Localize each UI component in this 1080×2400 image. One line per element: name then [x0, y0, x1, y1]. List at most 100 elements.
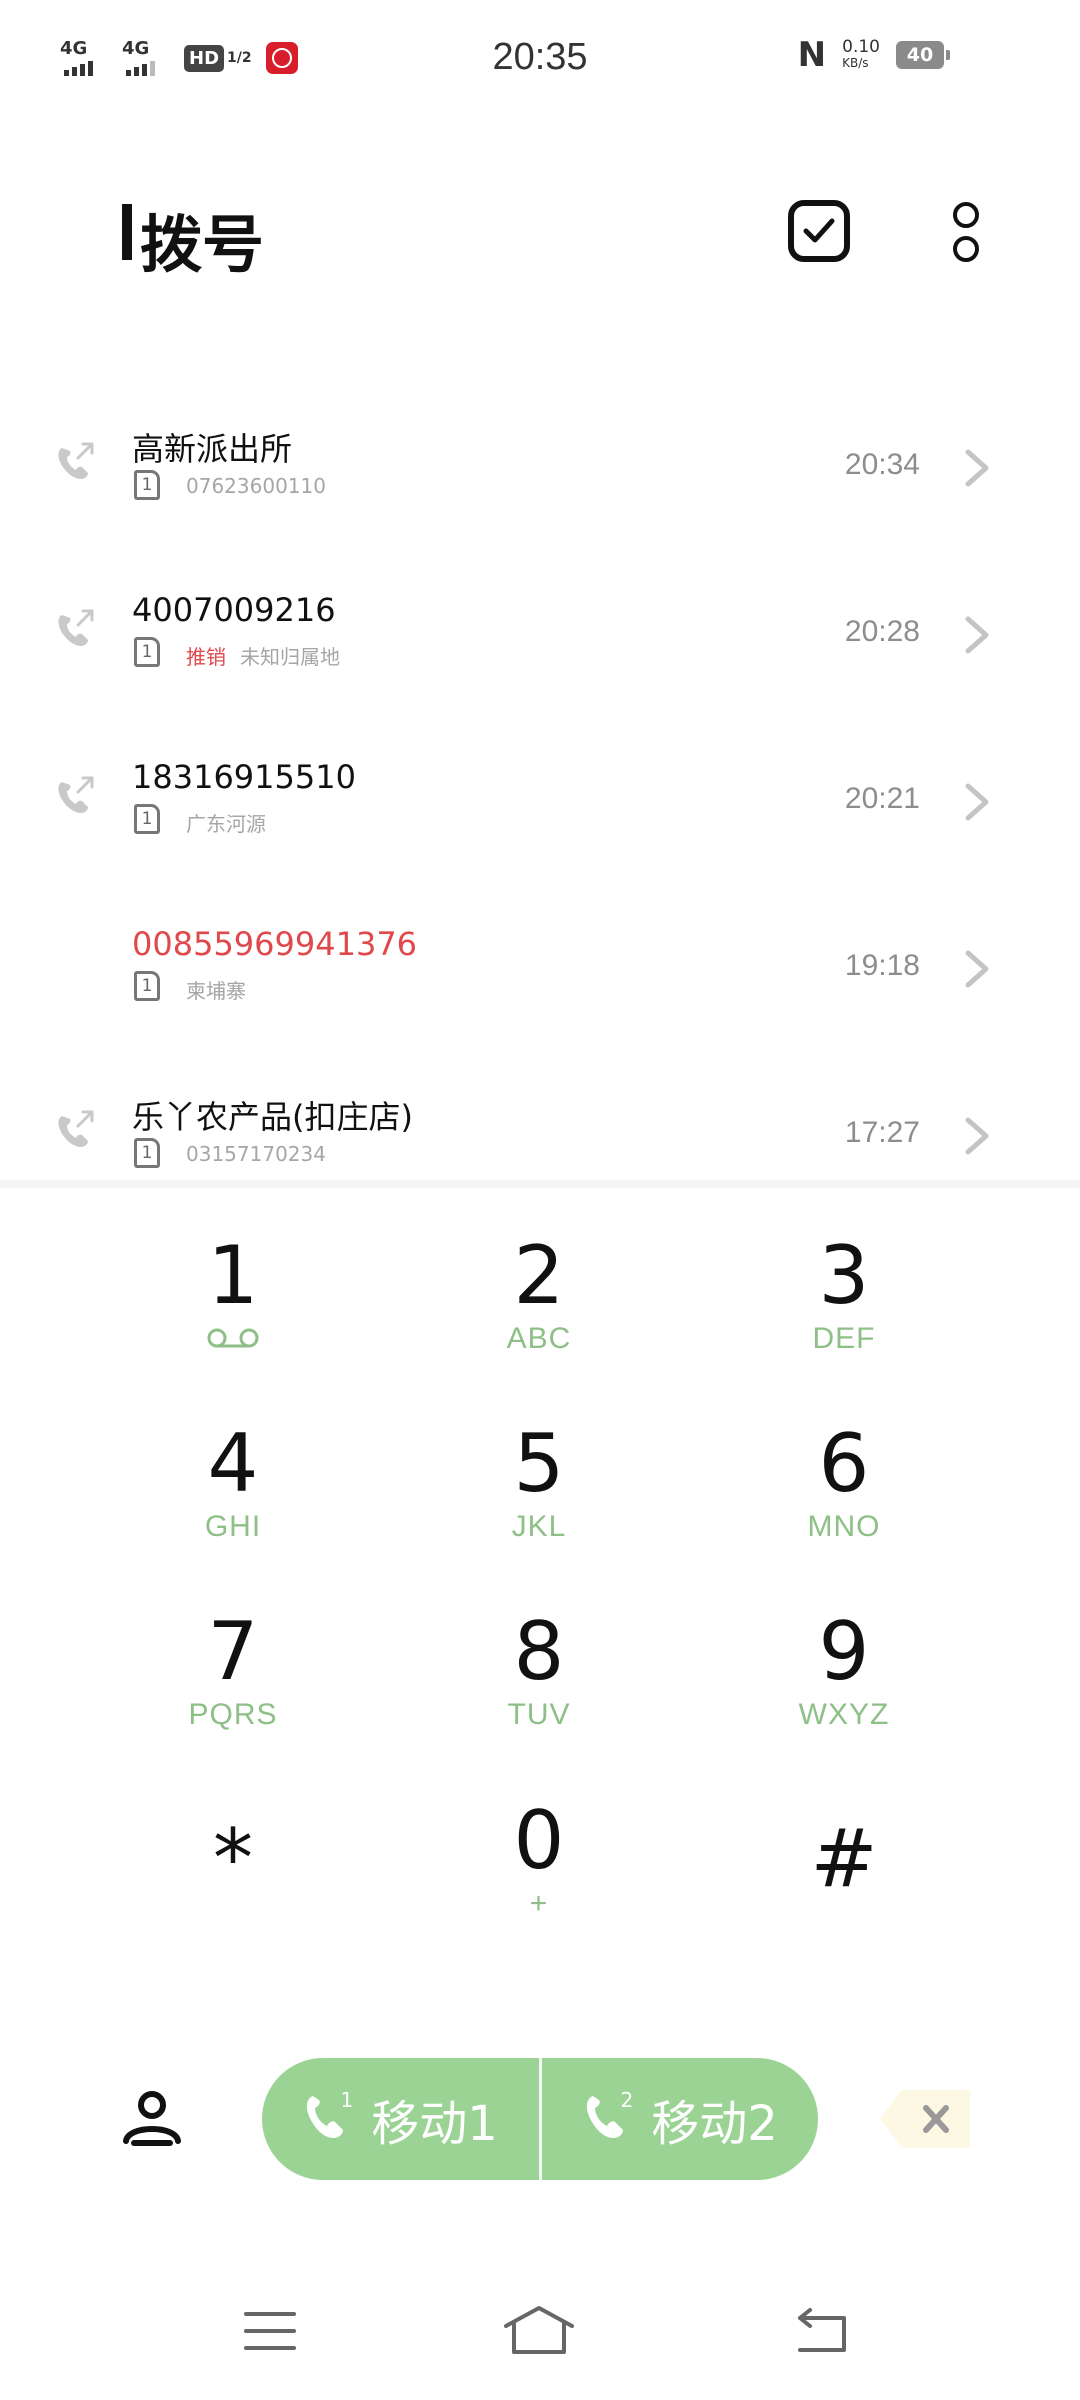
key-6[interactable]: 6 MNO: [724, 1418, 964, 1588]
call-detail: 广东河源: [186, 808, 266, 837]
dial-sim2-button[interactable]: 2 移动2: [542, 2058, 818, 2180]
chevron-right-icon[interactable]: [964, 782, 990, 826]
key-letters: GHI: [204, 1510, 262, 1543]
list-divider: [0, 1180, 1080, 1188]
outgoing-call-icon: [54, 607, 98, 651]
chevron-right-icon[interactable]: [964, 1116, 990, 1160]
key-letters: DEF: [812, 1322, 876, 1355]
key-8[interactable]: 8 TUV: [419, 1606, 659, 1776]
call-time: 19:18: [844, 949, 920, 982]
system-nav-bar: [0, 2290, 1080, 2370]
battery-icon: 40: [896, 41, 950, 69]
sim-card-icon: 1: [134, 470, 160, 500]
key-digit: 8: [513, 1605, 565, 1698]
call-log-row[interactable]: 乐丫农产品(扣庄店) 1 03157170234 17:27: [0, 1068, 1080, 1218]
call-time: 20:21: [844, 782, 920, 815]
call-location: 07623600110: [186, 474, 326, 498]
key-digit: *: [213, 1812, 253, 1905]
check-square-icon[interactable]: [788, 200, 850, 262]
key-9[interactable]: 9 WXYZ: [724, 1606, 964, 1776]
key-7[interactable]: 7 PQRS: [113, 1606, 353, 1776]
network-speed-unit: KB/s: [842, 56, 869, 70]
backspace-icon[interactable]: [878, 2088, 972, 2150]
call-location: 03157170234: [186, 1142, 326, 1166]
key-digit: 9: [818, 1605, 870, 1698]
key-letters: TUV: [507, 1698, 571, 1731]
back-icon[interactable]: [794, 2306, 850, 2358]
key-5[interactable]: 5 JKL: [419, 1418, 659, 1588]
outgoing-call-icon: [54, 1108, 98, 1152]
key-digit: 5: [513, 1417, 565, 1510]
key-4[interactable]: 4 GHI: [113, 1418, 353, 1588]
call-name: 高新派出所: [132, 430, 293, 468]
sim-card-icon: 1: [134, 971, 160, 1001]
key-0[interactable]: 0 +: [419, 1795, 659, 1965]
key-digit: 1: [207, 1229, 259, 1322]
title-cursor-bar: [122, 204, 132, 260]
more-vertical-icon[interactable]: [950, 202, 980, 266]
sim2-index: 2: [620, 2088, 634, 2112]
key-letters: JKL: [511, 1510, 567, 1543]
chevron-right-icon[interactable]: [964, 949, 990, 993]
key-digit: 4: [207, 1417, 259, 1510]
key-letters: PQRS: [188, 1698, 278, 1731]
call-log-row[interactable]: 高新派出所 1 07623600110 20:34: [0, 400, 1080, 550]
key-digit: 7: [207, 1605, 259, 1698]
call-name: 00855969941376: [132, 925, 418, 963]
key-digit: 6: [818, 1417, 870, 1510]
sim-card-icon: 1: [134, 1138, 160, 1168]
key-digit: #: [810, 1812, 878, 1905]
key-letters: +: [529, 1887, 549, 1920]
call-time: 20:34: [844, 448, 920, 481]
key-3[interactable]: 3 DEF: [724, 1230, 964, 1400]
header: 拨号: [0, 180, 1080, 290]
key-digit: 2: [513, 1229, 565, 1322]
key-letters: MNO: [807, 1510, 881, 1543]
call-detail: 推销 未知归属地: [186, 641, 340, 670]
call-name: 18316915510: [132, 758, 356, 796]
call-time: 20:28: [844, 615, 920, 648]
recents-menu-icon[interactable]: [244, 2310, 296, 2356]
status-right: N 0.10 KB/s 40: [797, 35, 950, 75]
chevron-right-icon[interactable]: [964, 615, 990, 659]
dial-sim1-label: 移动1: [371, 2096, 498, 2152]
dial-button-group: 1 移动1 2 移动2: [262, 2058, 818, 2180]
page-title: 拨号: [140, 208, 265, 281]
dial-sim1-button[interactable]: 1 移动1: [262, 2058, 539, 2180]
key-letters: WXYZ: [798, 1698, 890, 1731]
home-icon[interactable]: [502, 2304, 576, 2360]
key-digit: 3: [818, 1229, 870, 1322]
key-1[interactable]: 1: [113, 1230, 353, 1400]
call-log-row[interactable]: 4007009216 1 推销 未知归属地 20:28: [0, 567, 1080, 717]
call-log-list[interactable]: 高新派出所 1 07623600110 20:34 4007009216 1 推销 未知归属地…: [0, 400, 1080, 1180]
call-location: 广东河源: [186, 812, 266, 836]
phone-sim2-icon: 2: [583, 2088, 633, 2146]
network-speed: 0.10 KB/s: [842, 39, 880, 71]
call-detail: 柬埔寨: [186, 975, 246, 1004]
sim-card-icon: 1: [134, 637, 160, 667]
call-detail: 03157170234: [186, 1142, 326, 1166]
sim1-index: 1: [340, 2088, 354, 2112]
sim-card-icon: 1: [134, 804, 160, 834]
outgoing-call-icon: [54, 440, 98, 484]
key-digit: 0: [513, 1794, 565, 1887]
call-name: 乐丫农产品(扣庄店): [132, 1098, 413, 1136]
call-location: 柬埔寨: [186, 979, 246, 1003]
call-log-row[interactable]: 00855969941376 1 柬埔寨 19:18: [0, 901, 1080, 1051]
call-tag: 推销: [186, 645, 226, 669]
nfc-icon: N: [797, 35, 827, 75]
contacts-icon[interactable]: [120, 2085, 184, 2149]
voicemail-icon: [207, 1328, 259, 1348]
dial-sim2-label: 移动2: [651, 2096, 778, 2152]
call-name: 4007009216: [132, 591, 336, 629]
call-log-row[interactable]: 18316915510 1 广东河源 20:21: [0, 734, 1080, 884]
key-star[interactable]: *: [113, 1795, 353, 1983]
phone-sim1-icon: 1: [303, 2088, 353, 2146]
network-speed-value: 0.10: [842, 37, 880, 57]
chevron-right-icon[interactable]: [964, 448, 990, 492]
dial-keypad: 1 2 ABC 3 DEF 4 GHI 5 JKL 6 MNO 7 PQRS 8 TUV 9 WXYZ * 0 + #: [0, 1230, 1080, 1990]
key-2[interactable]: 2 ABC: [419, 1230, 659, 1400]
key-letters: ABC: [506, 1322, 572, 1355]
key-hash[interactable]: #: [724, 1795, 964, 1983]
dialer-screen: 4G 4G HD 1/2 20:35 N 0.10 KB/s 40 拨号 高新派…: [0, 0, 1080, 2400]
